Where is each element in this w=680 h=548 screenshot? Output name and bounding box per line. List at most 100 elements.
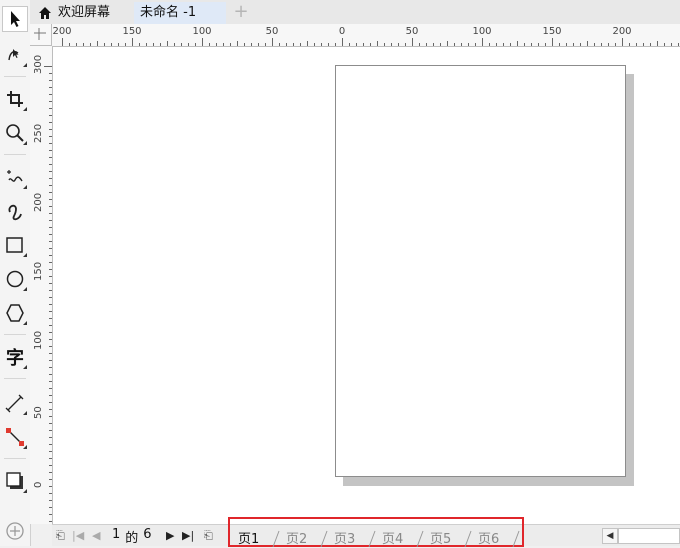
shape-tool[interactable] [2, 42, 28, 68]
connector-tool[interactable] [2, 424, 28, 450]
hruler-tick [223, 43, 224, 46]
pick-tool[interactable] [2, 6, 28, 32]
vruler-tick [49, 486, 52, 487]
drop-shadow-tool[interactable] [2, 468, 28, 494]
hruler-tick [307, 41, 308, 46]
hruler-tick [272, 38, 273, 46]
polygon-tool[interactable] [2, 300, 28, 326]
vruler-tick [49, 437, 52, 438]
next-page-button[interactable]: ▶ [166, 529, 174, 542]
previous-page-button[interactable]: ◀ [92, 529, 100, 542]
vruler-tick [49, 402, 52, 403]
vruler-tick [49, 101, 52, 102]
hruler-tick [279, 43, 280, 46]
crop-tool[interactable] [2, 86, 28, 112]
scroll-left-button[interactable]: ◀ [602, 528, 618, 544]
dimension-tool[interactable] [2, 390, 28, 416]
vruler-tick [49, 444, 52, 445]
plus-icon: + [233, 1, 249, 22]
vruler-tick [49, 227, 52, 228]
drawing-canvas[interactable] [53, 47, 680, 524]
hruler-tick [202, 38, 203, 46]
vruler-tick [49, 381, 52, 382]
first-page-button[interactable]: |◀ [72, 529, 84, 542]
hruler-tick [349, 43, 350, 46]
vruler-tick [49, 241, 52, 242]
page-tab-separator [368, 530, 376, 548]
total-page-count: 6 [143, 527, 152, 542]
hruler-tick [160, 43, 161, 46]
hruler-tick [531, 43, 532, 46]
vruler-tick [49, 108, 52, 109]
vruler-tick [49, 122, 52, 123]
hruler-tick [335, 43, 336, 46]
hruler-label: 50 [405, 26, 419, 37]
vertical-ruler[interactable]: 300 250 200 150 100 50 0 [30, 46, 53, 524]
hruler-tick [545, 43, 546, 46]
rectangle-tool[interactable] [2, 232, 28, 258]
plus-circle-icon [6, 522, 24, 540]
hruler-tick [664, 43, 665, 46]
vruler-tick [49, 332, 52, 333]
ruler-origin-corner[interactable] [30, 24, 52, 46]
hruler-tick [118, 43, 119, 46]
vruler-tick [49, 507, 52, 508]
hruler-tick [419, 43, 420, 46]
hruler-tick [174, 43, 175, 46]
vruler-tick [49, 220, 52, 221]
horizontal-scrollbar[interactable] [618, 528, 680, 544]
tab-untitled-document[interactable]: 未命名 -1 [134, 2, 226, 24]
ellipse-tool[interactable] [2, 266, 28, 292]
page-tab-separator [416, 530, 424, 548]
zoom-tool[interactable] [2, 120, 28, 146]
vruler-tick [49, 157, 52, 158]
insert-page-before-button[interactable]: ⎗ [56, 529, 65, 543]
vruler-tick [49, 262, 52, 263]
insert-page-after-button[interactable]: ⎗ [204, 529, 213, 543]
hruler-tick [258, 43, 259, 46]
freehand-tool[interactable] [2, 164, 28, 190]
hruler-tick [139, 43, 140, 46]
vruler-tick [49, 255, 52, 256]
document-tab-bar: 欢迎屏幕 未命名 -1 + [30, 0, 680, 25]
artistic-media-tool[interactable] [2, 198, 28, 224]
hruler-tick [244, 43, 245, 46]
vruler-tick [49, 500, 52, 501]
vruler-tick [49, 451, 52, 452]
hruler-tick [538, 43, 539, 46]
hruler-tick [286, 43, 287, 46]
vruler-tick [49, 346, 52, 347]
vruler-tick [49, 311, 52, 312]
vruler-tick [49, 94, 52, 95]
ruler-origin-icon [34, 28, 46, 40]
hruler-label: 200 [52, 26, 72, 37]
hruler-tick [580, 43, 581, 46]
vruler-tick [49, 164, 52, 165]
last-page-button[interactable]: ▶| [182, 529, 194, 542]
hruler-label: 150 [542, 26, 562, 37]
hruler-tick [209, 43, 210, 46]
page-tab-separator [512, 530, 520, 548]
hruler-label: 50 [265, 26, 279, 37]
tab-welcome-screen[interactable]: 欢迎屏幕 [32, 2, 128, 24]
hruler-tick [384, 43, 385, 46]
hruler-tick [510, 43, 511, 46]
hruler-label: 100 [192, 26, 212, 37]
vruler-tick [49, 290, 52, 291]
document-page[interactable] [335, 65, 626, 477]
hruler-tick [440, 43, 441, 46]
tab-welcome-label: 欢迎屏幕 [58, 5, 111, 20]
home-icon [39, 7, 51, 19]
horizontal-ruler[interactable]: 200150100500501001502002 [52, 24, 680, 47]
hruler-tick [524, 43, 525, 46]
hruler-tick [153, 43, 154, 46]
hruler-tick [594, 43, 595, 46]
hruler-tick [293, 43, 294, 46]
new-document-tab-button[interactable]: + [230, 2, 252, 22]
hruler-tick [167, 41, 168, 46]
hruler-tick [83, 43, 84, 46]
hruler-tick [188, 43, 189, 46]
hruler-tick [426, 43, 427, 46]
add-tool-button[interactable] [2, 518, 28, 544]
text-tool[interactable]: 字 [2, 344, 28, 370]
